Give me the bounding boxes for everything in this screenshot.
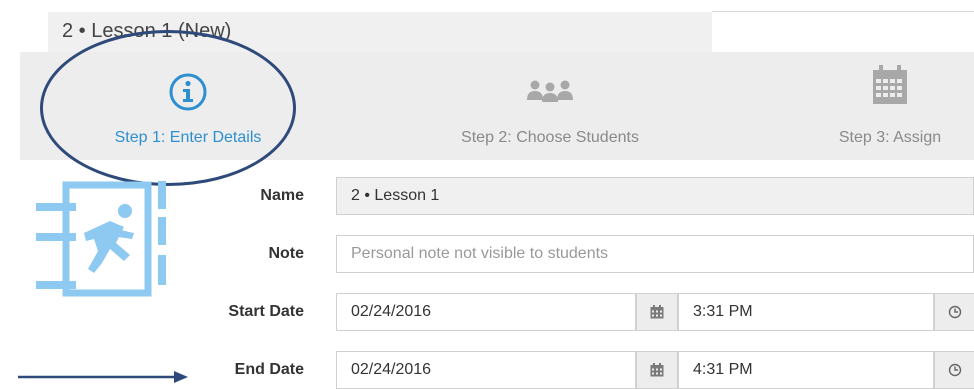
step-3-label: Step 3: Assign: [838, 129, 942, 146]
name-field[interactable]: 2 • Lesson 1: [336, 177, 974, 215]
header-divider: [712, 11, 974, 12]
start-time-clock-button[interactable]: [934, 293, 974, 331]
start-date-label: Start Date: [228, 303, 304, 320]
step-2-label: Step 2: Choose Students: [461, 129, 639, 146]
start-date-input[interactable]: 02/24/2016: [336, 293, 636, 331]
start-date-calendar-button[interactable]: [636, 293, 678, 331]
end-date-input[interactable]: 02/24/2016: [336, 351, 636, 389]
note-field[interactable]: Personal note not visible to students: [336, 235, 974, 273]
step-2-tab[interactable]: Step 2: Choose Students: [400, 52, 700, 160]
clock-icon: [948, 305, 961, 319]
end-date-label: End Date: [234, 361, 304, 378]
end-time-clock-button[interactable]: [934, 351, 974, 389]
start-time-input[interactable]: 3:31 PM: [678, 293, 934, 331]
calendar-icon: [650, 305, 664, 319]
annotation-arrow: [18, 371, 188, 383]
end-time-input[interactable]: 4:31 PM: [678, 351, 934, 389]
annotation-ellipse: [40, 30, 296, 186]
lesson-notebook-icon: [36, 181, 166, 297]
name-label: Name: [260, 187, 304, 204]
calendar-icon: [650, 363, 664, 377]
note-label: Note: [268, 245, 304, 262]
clock-icon: [948, 363, 961, 377]
end-date-calendar-button[interactable]: [636, 351, 678, 389]
people-icon: [527, 80, 573, 102]
step-3-tab[interactable]: Step 3: Assign: [790, 52, 974, 160]
calendar-icon: [873, 65, 907, 104]
